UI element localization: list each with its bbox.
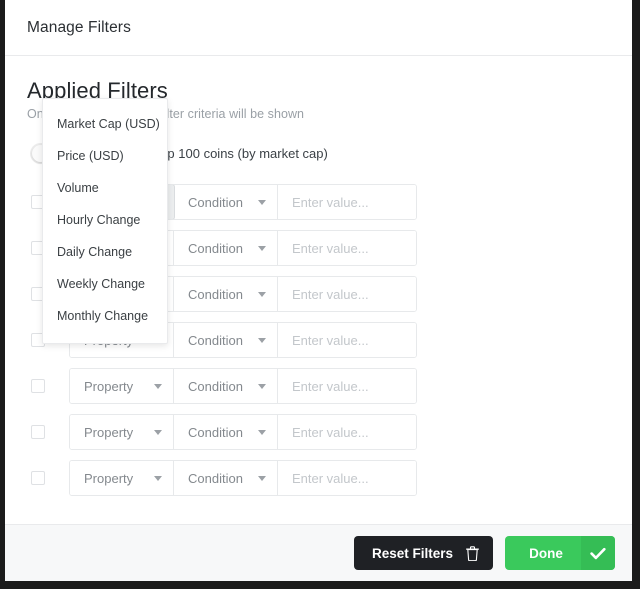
reset-filters-button[interactable]: Reset Filters [354,536,493,570]
done-button[interactable]: Done [505,536,615,570]
chevron-down-icon [258,245,266,251]
manage-filters-dialog: Manage Filters Applied Filters Only coin… [5,0,632,581]
property-select-label: Property [84,424,134,440]
condition-select-label: Condition [188,378,243,394]
value-input-placeholder: Enter value... [292,194,369,210]
property-select[interactable]: Property [70,461,174,495]
filter-row-checkbox[interactable] [31,425,45,439]
chevron-down-icon [258,429,266,435]
condition-select-label: Condition [188,424,243,440]
check-icon [581,536,615,570]
condition-select[interactable]: Condition [174,323,278,357]
property-select-label: Property [84,378,134,394]
chevron-down-icon [258,475,266,481]
chevron-down-icon [258,199,266,205]
dialog-title: Manage Filters [27,18,131,36]
filter-row: Property Condition Enter value... [27,368,610,404]
property-option[interactable]: Monthly Change [43,300,167,332]
property-select[interactable]: Property [70,369,174,403]
filter-row-controls: Property Condition Enter value... [69,460,417,496]
value-input[interactable]: Enter value... [278,369,416,403]
property-dropdown-menu[interactable]: Market Cap (USD) Price (USD) Volume Hourly … [42,98,168,344]
filter-row-checkbox[interactable] [31,379,45,393]
condition-select[interactable]: Condition [174,185,278,219]
trash-icon [466,545,479,561]
condition-select-label: Condition [188,240,243,256]
value-input-placeholder: Enter value... [292,378,369,394]
dialog-body: Applied Filters Only coins matching all … [5,56,632,524]
chevron-down-icon [258,337,266,343]
property-select-label: Property [84,470,134,486]
window-frame-bottom [0,581,640,589]
property-option[interactable]: Price (USD) [43,140,167,172]
value-input[interactable]: Enter value... [278,277,416,311]
chevron-down-icon [154,475,162,481]
value-input-placeholder: Enter value... [292,240,369,256]
filter-row-controls: Property Condition Enter value... [69,414,417,450]
reset-filters-label: Reset Filters [372,545,454,561]
condition-select[interactable]: Condition [174,415,278,449]
value-input[interactable]: Enter value... [278,185,416,219]
property-option[interactable]: Weekly Change [43,268,167,300]
chevron-down-icon [258,383,266,389]
value-input-placeholder: Enter value... [292,470,369,486]
done-label: Done [529,545,563,561]
screen-root: Manage Filters Applied Filters Only coin… [0,0,640,589]
condition-select-label: Condition [188,332,243,348]
value-input[interactable]: Enter value... [278,461,416,495]
value-input-placeholder: Enter value... [292,286,369,302]
value-input[interactable]: Enter value... [278,415,416,449]
property-option[interactable]: Volume [43,172,167,204]
condition-select-label: Condition [188,286,243,302]
property-option[interactable]: Hourly Change [43,204,167,236]
filter-row-checkbox[interactable] [31,471,45,485]
filter-row: Property Condition Enter value... [27,460,610,496]
filter-row-controls: Property Condition Enter value... [69,368,417,404]
condition-select-label: Condition [188,470,243,486]
chevron-down-icon [154,383,162,389]
filter-row: Property Condition Enter value... [27,414,610,450]
chevron-down-icon [258,291,266,297]
condition-select[interactable]: Condition [174,461,278,495]
condition-select[interactable]: Condition [174,277,278,311]
value-input[interactable]: Enter value... [278,323,416,357]
dialog-footer: Reset Filters Done [5,524,632,581]
property-select[interactable]: Property [70,415,174,449]
condition-select[interactable]: Condition [174,369,278,403]
window-frame-right [632,0,640,589]
condition-select-label: Condition [188,194,243,210]
value-input-placeholder: Enter value... [292,332,369,348]
chevron-down-icon [154,429,162,435]
value-input-placeholder: Enter value... [292,424,369,440]
dialog-header: Manage Filters [5,0,632,56]
property-option[interactable]: Market Cap (USD) [43,108,167,140]
value-input[interactable]: Enter value... [278,231,416,265]
condition-select[interactable]: Condition [174,231,278,265]
property-option[interactable]: Daily Change [43,236,167,268]
